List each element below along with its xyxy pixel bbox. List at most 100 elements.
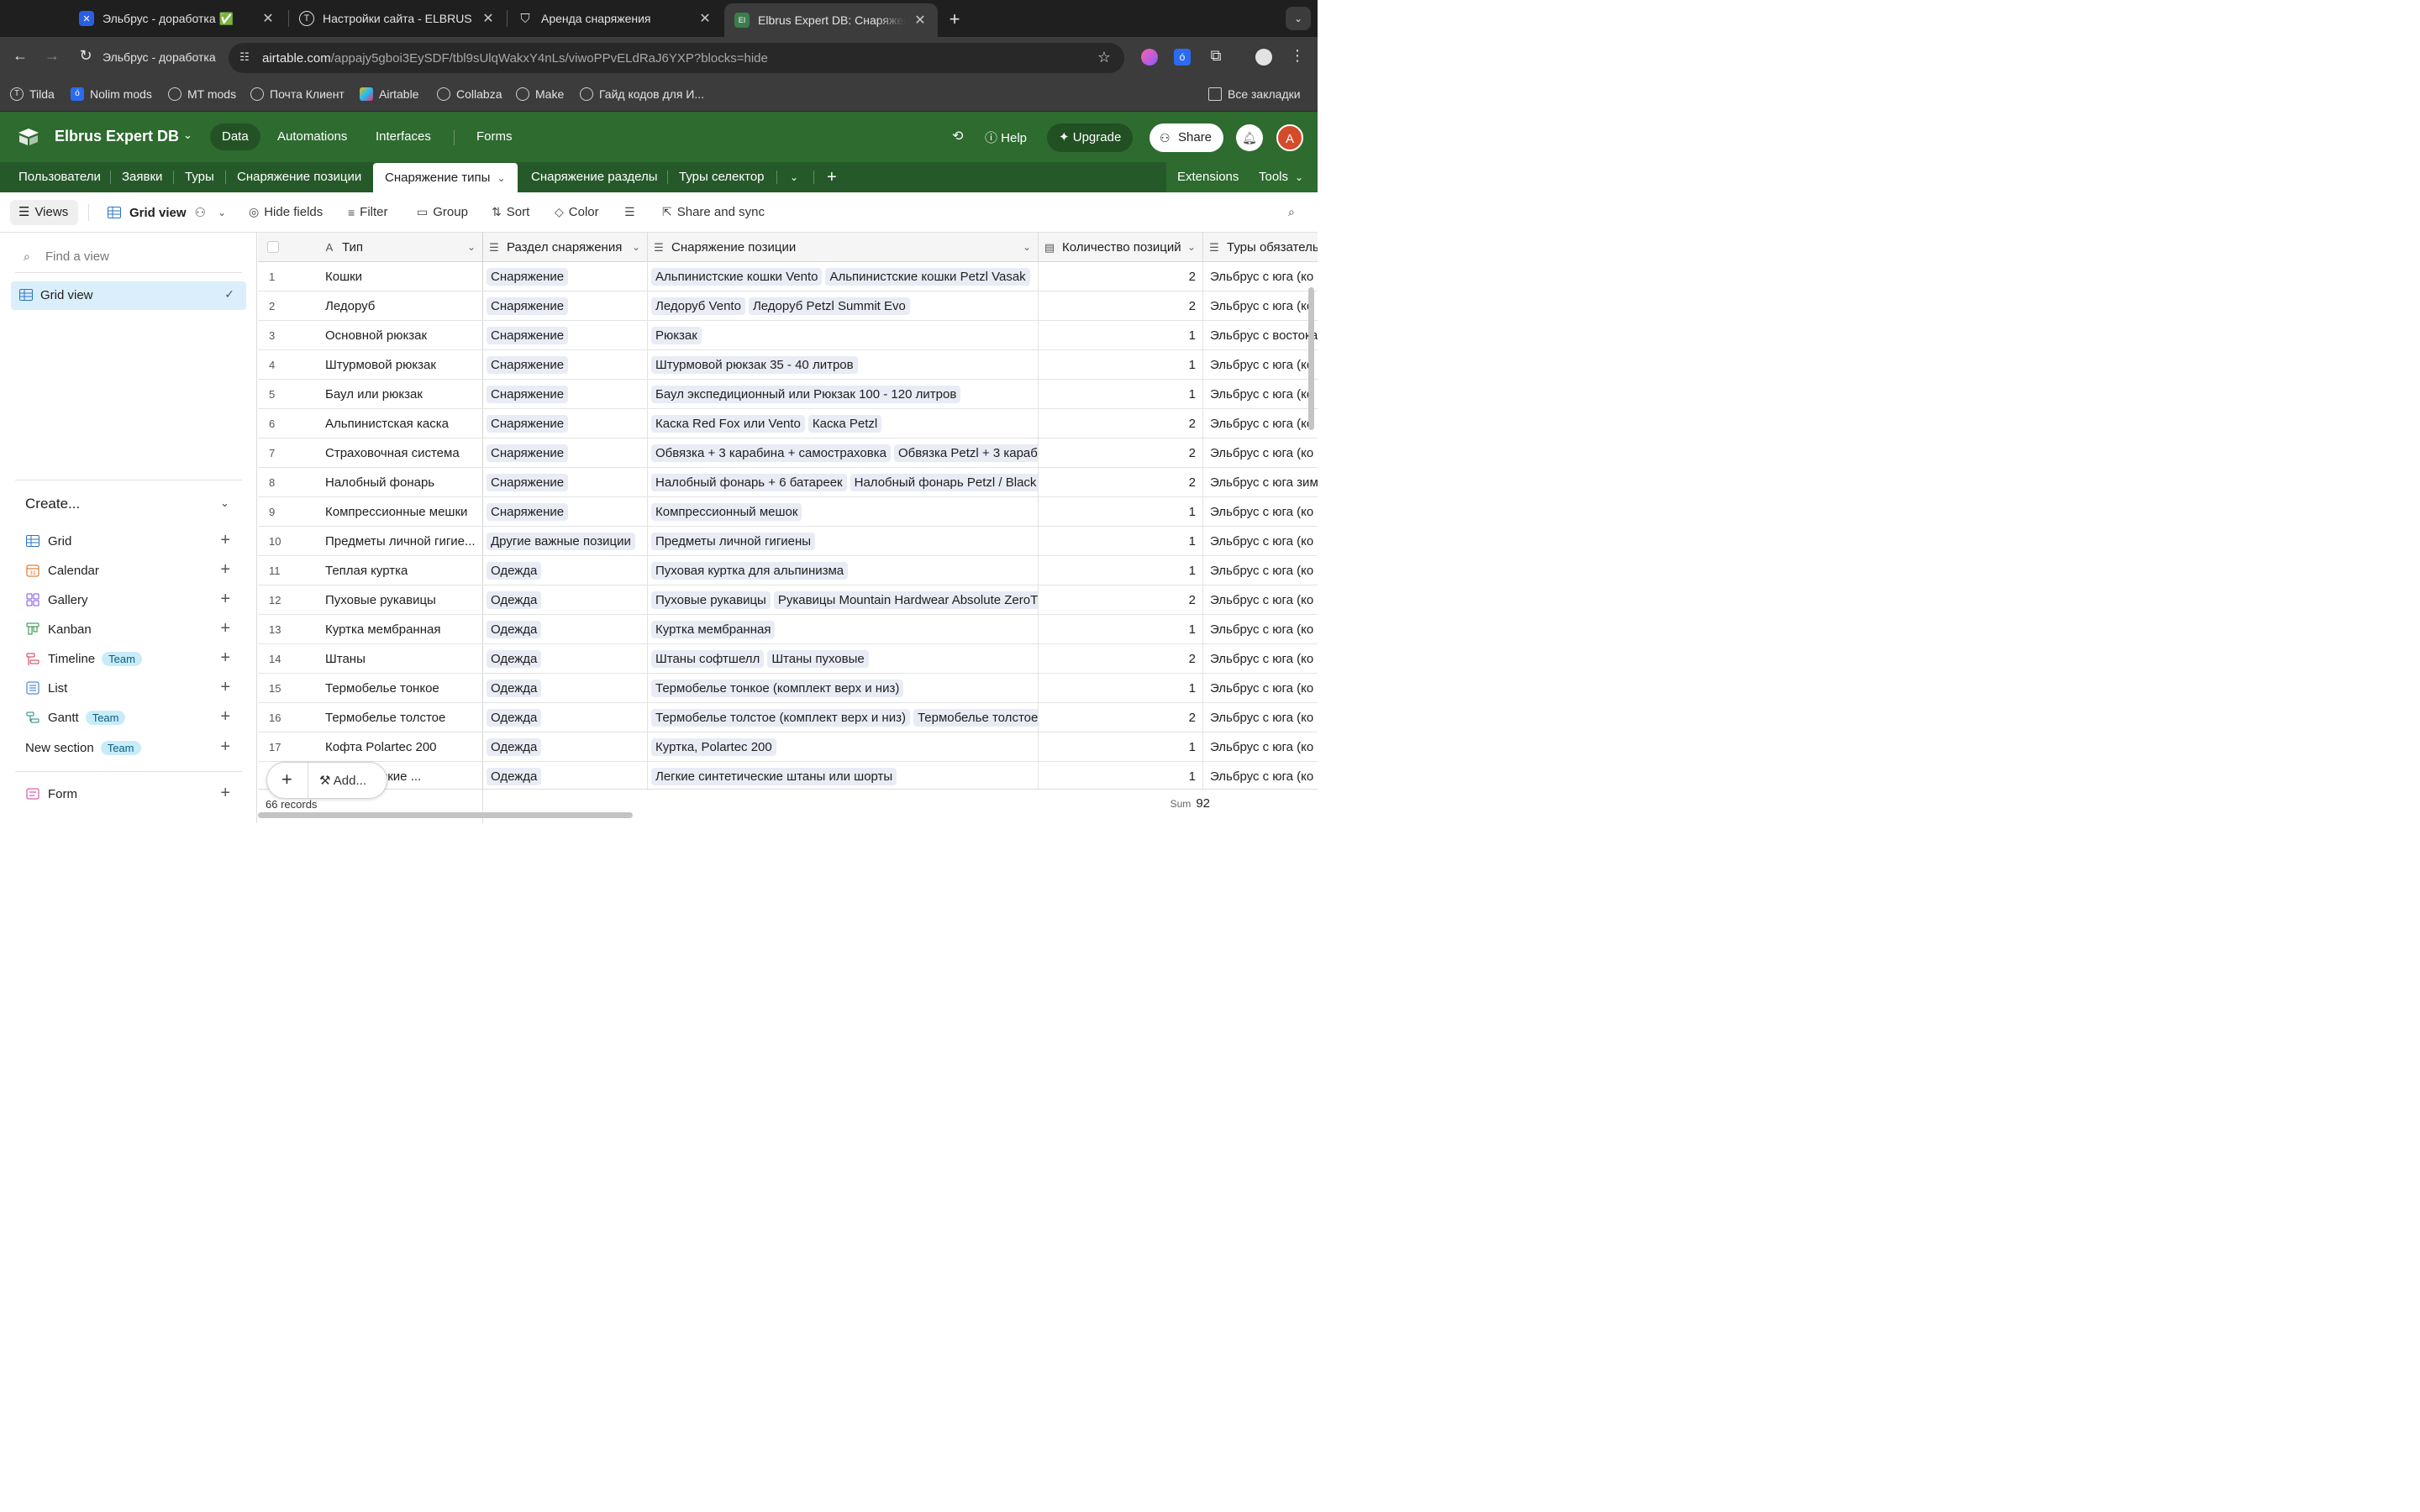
- share-button[interactable]: ⚇ Share: [1150, 123, 1224, 152]
- cell-tours[interactable]: Эльбрус с юга (ко: [1203, 380, 1318, 408]
- table-row[interactable]: 18...нтетические ...ОдеждаЛегкие синтети…: [258, 762, 1318, 791]
- table-row[interactable]: 6 Альпинистская каска Снаряжение Каска Red …: [258, 409, 1318, 438]
- create-gantt[interactable]: Gantt Team +: [25, 707, 235, 727]
- cell-type[interactable]: Основной рюкзак: [315, 321, 483, 349]
- cell-tours[interactable]: Эльбрус с юга (ко: [1203, 644, 1318, 673]
- chevron-down-icon[interactable]: ⌄: [632, 241, 640, 253]
- cell-tours[interactable]: Эльбрус с юга (ко: [1203, 409, 1318, 438]
- cell-type[interactable]: Налобный фонарь: [315, 468, 483, 496]
- section-chip[interactable]: Снаряжение: [487, 326, 569, 344]
- item-chip[interactable]: Рюкзак: [651, 326, 702, 344]
- cell-count[interactable]: 1: [1039, 527, 1203, 555]
- cell-items[interactable]: Баул экспедиционный или Рюкзак 100 - 120…: [648, 380, 1039, 408]
- chevron-down-icon[interactable]: ⌄: [497, 172, 505, 184]
- cell-items[interactable]: Пуховые рукавицы Рукавицы Mountain Hardwe…: [648, 585, 1039, 614]
- extension-icon[interactable]: ó: [1174, 49, 1191, 66]
- select-all-cell[interactable]: [258, 233, 315, 262]
- find-view-input[interactable]: [45, 246, 230, 266]
- row-height-icon[interactable]: ☰: [624, 205, 640, 219]
- item-chip[interactable]: Налобный фонарь Petzl / Black D: [850, 473, 1038, 491]
- cell-type[interactable]: Термобелье тонкое: [315, 674, 483, 702]
- cell-count[interactable]: 2: [1039, 468, 1203, 496]
- cell-type[interactable]: Кошки: [315, 262, 483, 291]
- cell-tours[interactable]: Эльбрус с юга (ко: [1203, 732, 1318, 761]
- item-chip[interactable]: Куртка, Polartec 200: [651, 738, 776, 756]
- cell-tours[interactable]: Эльбрус с юга (ко: [1203, 556, 1318, 585]
- cell-type[interactable]: Предметы личной гигие...: [315, 527, 483, 555]
- cell-section[interactable]: Одежда: [483, 585, 648, 614]
- plus-icon[interactable]: +: [220, 620, 230, 637]
- close-tab-icon[interactable]: ✕: [913, 12, 928, 29]
- browser-tab[interactable]: T Настройки сайта - ELBRUS E ✕: [289, 0, 506, 37]
- item-chip[interactable]: Пуховая куртка для альпинизма: [651, 561, 849, 580]
- chevron-down-icon[interactable]: ⌄: [1187, 241, 1196, 253]
- cell-count[interactable]: 2: [1039, 409, 1203, 438]
- cell-count[interactable]: 1: [1039, 350, 1203, 379]
- item-chip[interactable]: Легкие синтетические штаны или шорты: [651, 767, 897, 785]
- add-with-ai-button[interactable]: ⚒ Add...: [319, 773, 366, 788]
- nav-interfaces[interactable]: Interfaces: [364, 123, 443, 150]
- plus-icon[interactable]: +: [220, 561, 230, 578]
- table-tab-active[interactable]: Снаряжение типы ⌄: [373, 163, 518, 192]
- cell-count[interactable]: 1: [1039, 497, 1203, 526]
- item-chip[interactable]: Штаны софтшелл: [651, 649, 765, 668]
- bookmark-item[interactable]: Make: [516, 87, 564, 101]
- cell-count[interactable]: 2: [1039, 585, 1203, 614]
- create-gallery[interactable]: Gallery +: [25, 590, 235, 610]
- cell-tours[interactable]: Эльбрус с юга (ко: [1203, 438, 1318, 467]
- cell-items[interactable]: Штурмовой рюкзак 35 - 40 литров: [648, 350, 1039, 379]
- item-chip[interactable]: Обвязка + 3 карабина + самостраховка: [651, 444, 891, 462]
- section-chip[interactable]: Снаряжение: [487, 267, 569, 286]
- cell-section[interactable]: Одежда: [483, 703, 648, 732]
- cell-tours[interactable]: Эльбрус с юга (ко: [1203, 703, 1318, 732]
- section-chip[interactable]: Снаряжение: [487, 444, 569, 462]
- back-arrow-icon[interactable]: ←: [10, 47, 30, 65]
- close-tab-icon[interactable]: ✕: [260, 10, 276, 27]
- cell-section[interactable]: Снаряжение: [483, 262, 648, 291]
- extensions-puzzle-icon[interactable]: ⧉: [1206, 47, 1226, 65]
- item-chip[interactable]: Каска Red Fox или Vento: [651, 414, 805, 433]
- create-section-title[interactable]: Create...: [25, 496, 80, 512]
- section-chip[interactable]: Снаряжение: [487, 385, 569, 403]
- plus-icon[interactable]: +: [220, 708, 230, 725]
- all-bookmarks[interactable]: Все закладки: [1208, 87, 1301, 101]
- cell-tours[interactable]: Эльбрус с юга зим: [1203, 468, 1318, 496]
- cell-count[interactable]: 2: [1039, 262, 1203, 291]
- nav-automations[interactable]: Automations: [266, 123, 359, 150]
- chevron-down-icon[interactable]: ⌄: [183, 129, 192, 142]
- item-chip[interactable]: Ледоруб Petzl Summit Evo: [748, 297, 910, 315]
- item-chip[interactable]: Каска Petzl: [808, 414, 882, 433]
- cell-section[interactable]: Снаряжение: [483, 409, 648, 438]
- browser-menu-icon[interactable]: ⋮: [1287, 47, 1307, 65]
- cell-tours[interactable]: Эльбрус с юга (ко: [1203, 527, 1318, 555]
- section-chip[interactable]: Одежда: [487, 679, 542, 697]
- extension-icon[interactable]: [1141, 49, 1158, 66]
- cell-section[interactable]: Снаряжение: [483, 438, 648, 467]
- table-row[interactable]: 11 Теплая куртка Одежда Пуховая куртка для …: [258, 556, 1318, 585]
- notifications-bell-icon[interactable]: 🔔︎: [1236, 124, 1263, 151]
- section-chip[interactable]: Одежда: [487, 708, 542, 727]
- nav-data[interactable]: Data: [210, 123, 260, 150]
- table-tab[interactable]: Снаряжение позиции: [237, 162, 361, 192]
- table-row[interactable]: 7 Страховочная система Снаряжение Обвязка +…: [258, 438, 1318, 468]
- plus-icon[interactable]: +: [220, 591, 230, 607]
- add-table-plus-icon[interactable]: +: [827, 162, 837, 192]
- item-chip[interactable]: Куртка мембранная: [651, 620, 776, 638]
- cell-section[interactable]: Снаряжение: [483, 380, 648, 408]
- cell-items[interactable]: Легкие синтетические штаны или шорты: [648, 762, 1039, 790]
- table-row[interactable]: 16 Термобелье толстое Одежда Термобелье тол…: [258, 703, 1318, 732]
- item-chip[interactable]: Предметы личной гигиены: [651, 532, 816, 550]
- item-chip[interactable]: Термобелье толстое (комплект верх и низ): [651, 708, 910, 727]
- plus-icon[interactable]: +: [220, 649, 230, 666]
- table-row[interactable]: 10 Предметы личной гигие... Другие важные …: [258, 527, 1318, 556]
- item-chip[interactable]: Альпинистские кошки Petzl Vasak: [825, 267, 1030, 286]
- cell-type[interactable]: Компрессионные мешки: [315, 497, 483, 526]
- section-chip[interactable]: Одежда: [487, 767, 542, 785]
- cell-count[interactable]: 1: [1039, 380, 1203, 408]
- column-header-type[interactable]: A Тип ⌄: [315, 233, 483, 262]
- browser-tab[interactable]: ✕ Эльбрус - доработка ✅ ✕: [69, 0, 286, 37]
- table-row[interactable]: 12 Пуховые рукавицы Одежда Пуховые рукавицы…: [258, 585, 1318, 615]
- create-list[interactable]: List +: [25, 678, 235, 698]
- chevron-down-icon[interactable]: ⌄: [1023, 241, 1031, 253]
- select-all-checkbox[interactable]: [267, 241, 279, 253]
